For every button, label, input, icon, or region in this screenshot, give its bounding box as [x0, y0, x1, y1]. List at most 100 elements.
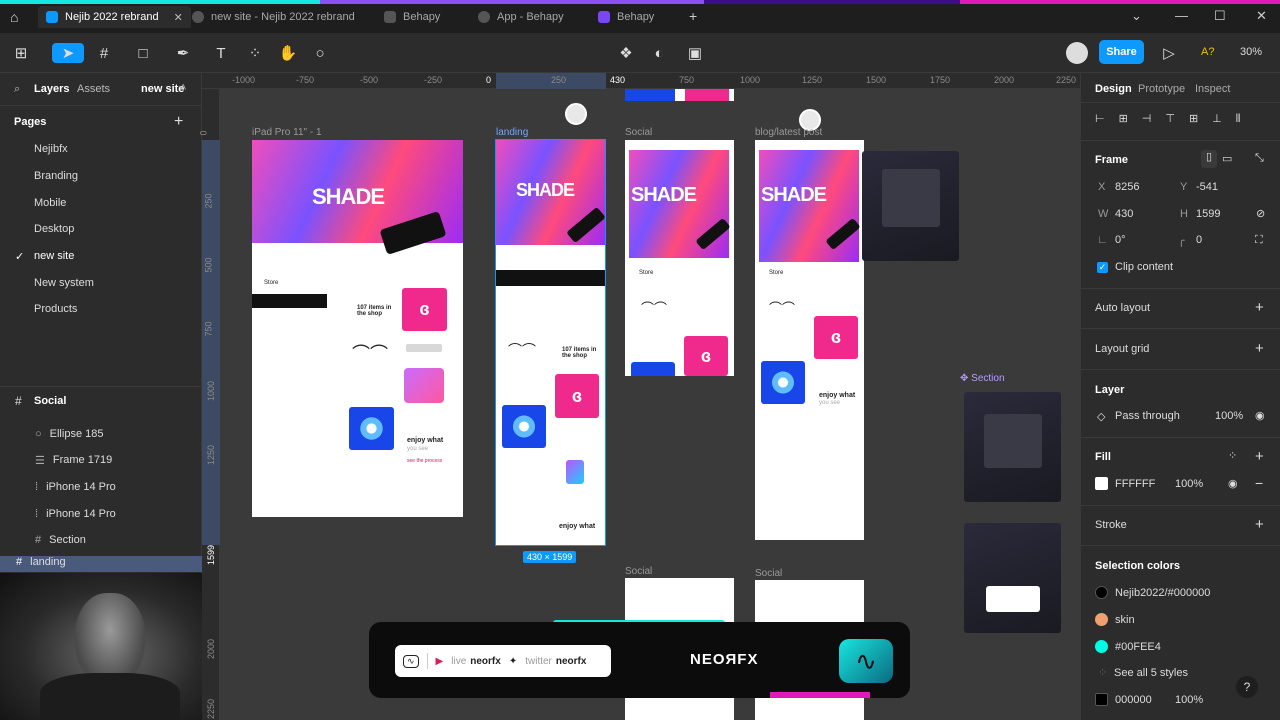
- landscape-icon[interactable]: ▭: [1222, 152, 1232, 165]
- export-swatch[interactable]: [1095, 693, 1108, 706]
- tab-behapy-2[interactable]: Behapy: [598, 6, 654, 28]
- boolean-icon[interactable]: ▣: [684, 43, 706, 63]
- search-icon[interactable]: ⌕: [14, 83, 20, 96]
- component-icon[interactable]: ❖: [615, 43, 637, 63]
- frame-section-title[interactable]: Frame: [1095, 154, 1128, 166]
- add-layout-grid-icon[interactable]: +: [1255, 340, 1264, 357]
- tab-behapy[interactable]: Behapy: [384, 6, 440, 28]
- help-icon[interactable]: ?: [1236, 676, 1258, 698]
- shape-tool-icon[interactable]: □: [132, 43, 154, 63]
- color-swatch-cyan[interactable]: [1095, 640, 1108, 653]
- remove-fill-icon[interactable]: −: [1255, 475, 1263, 491]
- assets-tab[interactable]: Assets: [77, 83, 110, 95]
- main-menu-icon[interactable]: ⊞: [10, 43, 32, 63]
- layer-ellipse-185[interactable]: ○ Ellipse 185: [0, 421, 202, 447]
- frame-landing[interactable]: SHADE 107 items in the shop ⌒⌒ ɞ enjoy w…: [495, 139, 606, 546]
- section-card-1[interactable]: [964, 392, 1061, 502]
- frame-top-strip[interactable]: [625, 89, 734, 101]
- tab-nejib-2022-rebrand[interactable]: Nejib 2022 rebrand ✕: [38, 6, 191, 28]
- radius-input[interactable]: 0: [1196, 234, 1202, 246]
- minimize-icon[interactable]: —: [1175, 8, 1188, 23]
- layer-iphone-14-pro[interactable]: ⁞ iPhone 14 Pro: [0, 474, 202, 500]
- page-item-products[interactable]: Products: [34, 303, 77, 315]
- clip-content-checkbox[interactable]: ✓: [1097, 262, 1108, 273]
- layer-section-social[interactable]: Social: [34, 395, 66, 407]
- rotation-input[interactable]: 0°: [1115, 234, 1126, 246]
- add-page-icon[interactable]: +: [174, 113, 183, 131]
- zoom-level[interactable]: 30%: [1240, 46, 1262, 58]
- page-item-desktop[interactable]: Desktop: [34, 223, 74, 235]
- page-item-mobile[interactable]: Mobile: [34, 197, 66, 209]
- eye-icon[interactable]: ◉: [1228, 477, 1238, 490]
- tab-design[interactable]: Design: [1095, 83, 1132, 95]
- styles-icon[interactable]: ⁘: [1228, 449, 1237, 462]
- frame-ipad[interactable]: SHADE Store 107 items in the shop ɞ ⌒⌒ e…: [252, 140, 463, 517]
- last-color-opacity[interactable]: 100%: [1175, 694, 1203, 706]
- stroke-title[interactable]: Stroke: [1095, 519, 1127, 531]
- independent-corners-icon[interactable]: ⛶: [1255, 234, 1263, 247]
- frame-label-social-2[interactable]: Social: [625, 566, 652, 577]
- add-auto-layout-icon[interactable]: +: [1255, 299, 1264, 316]
- selection-color-3[interactable]: #00FEE4: [1115, 641, 1161, 653]
- blend-mode-select[interactable]: Pass through: [1115, 410, 1180, 422]
- resize-icon[interactable]: ⤡: [1255, 152, 1264, 165]
- section-card-2[interactable]: [964, 523, 1061, 633]
- layers-tab[interactable]: Layers: [34, 83, 69, 95]
- frame-tool-icon[interactable]: #: [93, 43, 115, 63]
- new-tab-icon[interactable]: +: [689, 8, 697, 24]
- share-button[interactable]: Share: [1099, 40, 1144, 64]
- color-swatch-skin[interactable]: [1095, 613, 1108, 626]
- close-tab-icon[interactable]: ✕: [174, 11, 183, 24]
- tab-prototype[interactable]: Prototype: [1138, 83, 1185, 95]
- page-name[interactable]: new site: [141, 83, 184, 95]
- portrait-icon[interactable]: ▯: [1201, 150, 1217, 168]
- layer-iphone-14-pro-2[interactable]: ⁞ iPhone 14 Pro: [0, 501, 202, 527]
- frame-label-ipad[interactable]: iPad Pro 11" - 1: [252, 127, 322, 138]
- y-input[interactable]: -541: [1196, 181, 1218, 193]
- maximize-icon[interactable]: ☐: [1214, 8, 1226, 24]
- comment-tool-icon[interactable]: ○: [309, 43, 331, 63]
- chevron-up-icon[interactable]: ˄: [180, 82, 186, 94]
- close-window-icon[interactable]: ✕: [1256, 8, 1267, 24]
- tab-app-behapy[interactable]: App - Behapy: [478, 6, 564, 28]
- selection-color-1[interactable]: Nejib2022/#000000: [1115, 587, 1210, 599]
- pen-tool-icon[interactable]: ✒: [172, 43, 194, 63]
- move-tool-icon[interactable]: ➤: [52, 43, 84, 63]
- layer-landing[interactable]: # landing: [0, 556, 202, 572]
- eye-icon[interactable]: ◉: [1255, 409, 1265, 422]
- chevron-down-icon[interactable]: ⌄: [1131, 8, 1142, 24]
- add-stroke-icon[interactable]: +: [1255, 516, 1264, 533]
- layer-frame-1719[interactable]: ☰ Frame 1719: [0, 447, 202, 473]
- ai-badge[interactable]: A?: [1201, 46, 1214, 58]
- layer-opacity[interactable]: 100%: [1215, 410, 1243, 422]
- constrain-proportions-icon[interactable]: ⊘: [1256, 207, 1265, 220]
- last-color-hex[interactable]: 000000: [1115, 694, 1152, 706]
- selection-color-2[interactable]: skin: [1115, 614, 1135, 626]
- fill-swatch[interactable]: [1095, 477, 1108, 490]
- add-fill-icon[interactable]: +: [1255, 448, 1264, 465]
- page-item-branding[interactable]: Branding: [34, 170, 78, 182]
- resources-icon[interactable]: ⁘: [244, 43, 266, 63]
- frame-social[interactable]: SHADE Store ⌒⌒ ɞ: [625, 140, 734, 376]
- layer-section[interactable]: # Section: [0, 527, 202, 553]
- text-tool-icon[interactable]: T: [210, 43, 232, 63]
- page-item-new-site[interactable]: new site: [34, 250, 74, 262]
- fill-hex[interactable]: FFFFFF: [1115, 478, 1155, 490]
- tab-new-site[interactable]: new site - Nejib 2022 rebrand: [192, 6, 355, 28]
- section-label[interactable]: ✥ Section: [960, 373, 1005, 384]
- w-input[interactable]: 430: [1115, 208, 1133, 220]
- h-input[interactable]: 1599: [1196, 208, 1220, 220]
- frame-label-social-3[interactable]: Social: [755, 568, 782, 579]
- frame-label-blog[interactable]: blog/latest post: [755, 127, 822, 138]
- align-tools[interactable]: ⊢⊞⊣⊤⊞⊥⫴: [1095, 112, 1254, 126]
- frame-label-landing[interactable]: landing: [496, 127, 528, 138]
- page-item-nejibfx[interactable]: Nejibfx: [34, 143, 68, 155]
- see-all-styles[interactable]: See all 5 styles: [1114, 667, 1188, 679]
- contrast-icon[interactable]: ◐: [648, 43, 670, 63]
- hand-tool-icon[interactable]: ✋: [277, 43, 299, 63]
- frame-label-social[interactable]: Social: [625, 127, 652, 138]
- tab-inspect[interactable]: Inspect: [1195, 83, 1230, 95]
- auto-layout-title[interactable]: Auto layout: [1095, 302, 1150, 314]
- user-avatar[interactable]: [1066, 42, 1088, 64]
- color-swatch-black[interactable]: [1095, 586, 1108, 599]
